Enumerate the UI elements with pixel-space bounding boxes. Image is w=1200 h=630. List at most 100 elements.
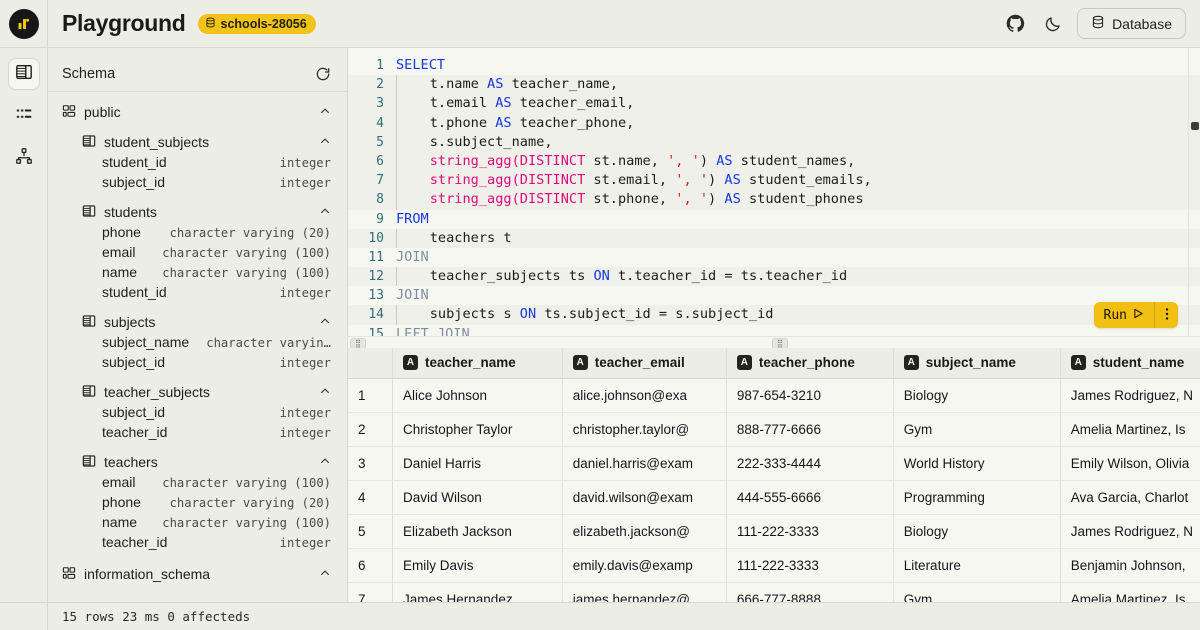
table-node-subjects[interactable]: subjects xyxy=(48,310,347,334)
cell[interactable]: emily.davis@examp xyxy=(562,548,726,582)
code-line[interactable]: t.email AS teacher_email, xyxy=(430,94,635,113)
cell[interactable]: 888-777-6666 xyxy=(726,412,893,446)
table-node-teacher_subjects[interactable]: teacher_subjects xyxy=(48,380,347,404)
column-row[interactable]: teacher_idinteger xyxy=(48,424,347,444)
code-line[interactable]: t.name AS teacher_name, xyxy=(430,75,618,94)
cell[interactable]: James Hernandez xyxy=(393,582,563,602)
database-button[interactable]: Database xyxy=(1077,8,1186,39)
cell[interactable]: Alice Johnson xyxy=(393,378,563,412)
code-line[interactable]: teachers t xyxy=(430,229,512,248)
run-options-button[interactable] xyxy=(1154,302,1178,328)
cell[interactable]: 444-555-6666 xyxy=(726,480,893,514)
column-header-teacher_email[interactable]: Ateacher_email xyxy=(562,348,726,378)
column-header-teacher_phone[interactable]: Ateacher_phone xyxy=(726,348,893,378)
scrollbar-thumb[interactable] xyxy=(1191,122,1199,130)
table-row[interactable]: 6Emily Davisemily.davis@examp111-222-333… xyxy=(348,548,1200,582)
cell[interactable]: David Wilson xyxy=(393,480,563,514)
cell[interactable]: david.wilson@exam xyxy=(562,480,726,514)
column-row[interactable]: phonecharacter varying (20) xyxy=(48,224,347,244)
schema-node-public[interactable]: public xyxy=(48,100,347,124)
cell[interactable]: Biology xyxy=(893,514,1060,548)
column-row[interactable]: subject_idinteger xyxy=(48,354,347,374)
code-line[interactable]: SELECT xyxy=(396,56,445,75)
chevron-up-icon[interactable] xyxy=(313,104,331,120)
panel-splitter[interactable]: ⣿ ⣿ xyxy=(348,336,1200,348)
table-row[interactable]: 5Elizabeth Jacksonelizabeth.jackson@111-… xyxy=(348,514,1200,548)
column-row[interactable]: subject_idinteger xyxy=(48,174,347,194)
code-line[interactable]: string_agg(DISTINCT st.phone, ', ') AS s… xyxy=(430,190,864,209)
cell[interactable]: Gym xyxy=(893,582,1060,602)
code-line[interactable]: t.phone AS teacher_phone, xyxy=(430,114,635,133)
column-row[interactable]: emailcharacter varying (100) xyxy=(48,244,347,264)
table-row[interactable]: 4David Wilsondavid.wilson@exam444-555-66… xyxy=(348,480,1200,514)
column-header-student_name[interactable]: Astudent_name xyxy=(1060,348,1200,378)
column-row[interactable]: subject_idinteger xyxy=(48,404,347,424)
cell[interactable]: 111-222-3333 xyxy=(726,514,893,548)
cell[interactable]: Daniel Harris xyxy=(393,446,563,480)
cell[interactable]: Literature xyxy=(893,548,1060,582)
cell[interactable]: Emily Wilson, Olivia xyxy=(1060,446,1200,480)
cell[interactable]: James Rodriguez, N xyxy=(1060,514,1200,548)
column-row[interactable]: subject_namecharacter varyin… xyxy=(48,334,347,354)
chevron-up-icon[interactable] xyxy=(313,566,331,582)
database-chip[interactable]: schools-28056 xyxy=(198,14,316,34)
chevron-up-icon[interactable] xyxy=(313,384,331,400)
column-row[interactable]: namecharacter varying (100) xyxy=(48,514,347,534)
cell[interactable]: 987-654-3210 xyxy=(726,378,893,412)
results-grid[interactable]: Ateacher_nameAteacher_emailAteacher_phon… xyxy=(348,348,1200,602)
cell[interactable]: Amelia Martinez, Is xyxy=(1060,582,1200,602)
table-row[interactable]: 2Christopher Taylorchristopher.taylor@88… xyxy=(348,412,1200,446)
cell[interactable]: Christopher Taylor xyxy=(393,412,563,446)
cell[interactable]: James Rodriguez, N xyxy=(1060,378,1200,412)
cell[interactable]: Amelia Martinez, Is xyxy=(1060,412,1200,446)
cell[interactable]: james.hernandez@ xyxy=(562,582,726,602)
code-line[interactable]: LEFT JOIN xyxy=(396,325,470,336)
editor-vertical-scrollbar[interactable] xyxy=(1190,48,1200,336)
schema-node-information_schema[interactable]: information_schema xyxy=(48,562,347,586)
cell[interactable]: christopher.taylor@ xyxy=(562,412,726,446)
sql-editor[interactable]: 1SELECT2 t.name AS teacher_name,3 t.emai… xyxy=(348,48,1200,336)
column-header-teacher_name[interactable]: Ateacher_name xyxy=(393,348,563,378)
cell[interactable]: Benjamin Johnson, xyxy=(1060,548,1200,582)
table-row[interactable]: 3Daniel Harrisdaniel.harris@exam222-333-… xyxy=(348,446,1200,480)
cell[interactable]: alice.johnson@exa xyxy=(562,378,726,412)
chevron-up-icon[interactable] xyxy=(313,314,331,330)
column-header-subject_name[interactable]: Asubject_name xyxy=(893,348,1060,378)
code-line[interactable]: teacher_subjects ts ON t.teacher_id = ts… xyxy=(430,267,847,286)
chevron-up-icon[interactable] xyxy=(313,134,331,150)
cell[interactable]: Programming xyxy=(893,480,1060,514)
code-line[interactable]: FROM xyxy=(396,210,429,229)
github-icon[interactable] xyxy=(1001,10,1029,38)
cell[interactable]: Biology xyxy=(893,378,1060,412)
column-row[interactable]: phonecharacter varying (20) xyxy=(48,494,347,514)
cell[interactable]: 666-777-8888 xyxy=(726,582,893,602)
code-line[interactable]: string_agg(DISTINCT st.email, ', ') AS s… xyxy=(430,171,872,190)
cell[interactable]: daniel.harris@exam xyxy=(562,446,726,480)
column-row[interactable]: namecharacter varying (100) xyxy=(48,264,347,284)
cell[interactable]: Ava Garcia, Charlot xyxy=(1060,480,1200,514)
cell[interactable]: Gym xyxy=(893,412,1060,446)
cell[interactable]: Emily Davis xyxy=(393,548,563,582)
cell[interactable]: elizabeth.jackson@ xyxy=(562,514,726,548)
code-line[interactable]: JOIN xyxy=(396,248,429,267)
chevron-up-icon[interactable] xyxy=(313,454,331,470)
column-row[interactable]: teacher_idinteger xyxy=(48,534,347,554)
rail-item-graph-panel[interactable] xyxy=(8,142,40,174)
cell[interactable]: 222-333-4444 xyxy=(726,446,893,480)
cell[interactable]: Elizabeth Jackson xyxy=(393,514,563,548)
cell[interactable]: 111-222-3333 xyxy=(726,548,893,582)
table-row[interactable]: 1Alice Johnsonalice.johnson@exa987-654-3… xyxy=(348,378,1200,412)
rail-item-editor-panel[interactable] xyxy=(8,58,40,90)
cell[interactable]: World History xyxy=(893,446,1060,480)
refresh-icon[interactable] xyxy=(315,66,331,82)
chevron-up-icon[interactable] xyxy=(313,204,331,220)
rail-item-list-panel[interactable] xyxy=(8,100,40,132)
column-row[interactable]: student_idinteger xyxy=(48,154,347,174)
code-line[interactable]: string_agg(DISTINCT st.name, ', ') AS st… xyxy=(430,152,856,171)
run-button[interactable]: Run xyxy=(1094,302,1154,328)
code-line[interactable]: s.subject_name, xyxy=(430,133,553,152)
column-row[interactable]: student_idinteger xyxy=(48,284,347,304)
moon-icon[interactable] xyxy=(1039,10,1067,38)
column-row[interactable]: emailcharacter varying (100) xyxy=(48,474,347,494)
table-node-student_subjects[interactable]: student_subjects xyxy=(48,130,347,154)
